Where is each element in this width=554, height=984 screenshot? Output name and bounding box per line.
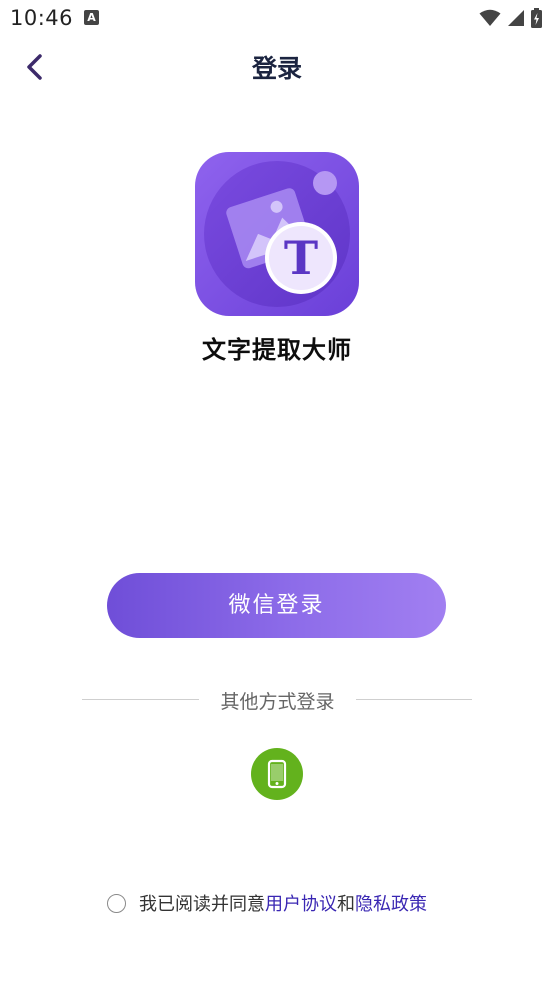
status-icons bbox=[479, 8, 542, 28]
other-methods-label: 其他方式登录 bbox=[220, 691, 335, 713]
app-name: 文字提取大师 bbox=[202, 336, 352, 364]
phone-login-button[interactable] bbox=[251, 748, 303, 800]
divider-right bbox=[356, 699, 472, 700]
page-title: 登录 bbox=[251, 54, 302, 83]
user-agreement-link[interactable]: 用户协议 bbox=[265, 890, 337, 916]
app-logo: T bbox=[195, 152, 359, 316]
svg-text:T: T bbox=[284, 231, 318, 285]
status-bar: 10:46 A bbox=[0, 0, 554, 38]
agreement-and: 和 bbox=[337, 894, 355, 915]
battery-charging-icon bbox=[531, 8, 542, 28]
phone-icon bbox=[267, 759, 287, 789]
wifi-icon bbox=[479, 9, 501, 26]
wechat-login-button[interactable]: 微信登录 bbox=[107, 573, 446, 638]
signal-icon bbox=[508, 10, 524, 26]
privacy-policy-link[interactable]: 隐私政策 bbox=[355, 890, 427, 916]
divider-left bbox=[82, 699, 199, 700]
agreement-checkbox[interactable] bbox=[107, 893, 126, 913]
status-time: 10:46 bbox=[10, 6, 74, 30]
agreement-prefix: 我已阅读并同意 bbox=[139, 894, 265, 915]
notification-badge: A bbox=[84, 10, 99, 25]
agreement-row: 我已阅读并同意 用户协议 和 隐私政策 bbox=[107, 890, 427, 916]
